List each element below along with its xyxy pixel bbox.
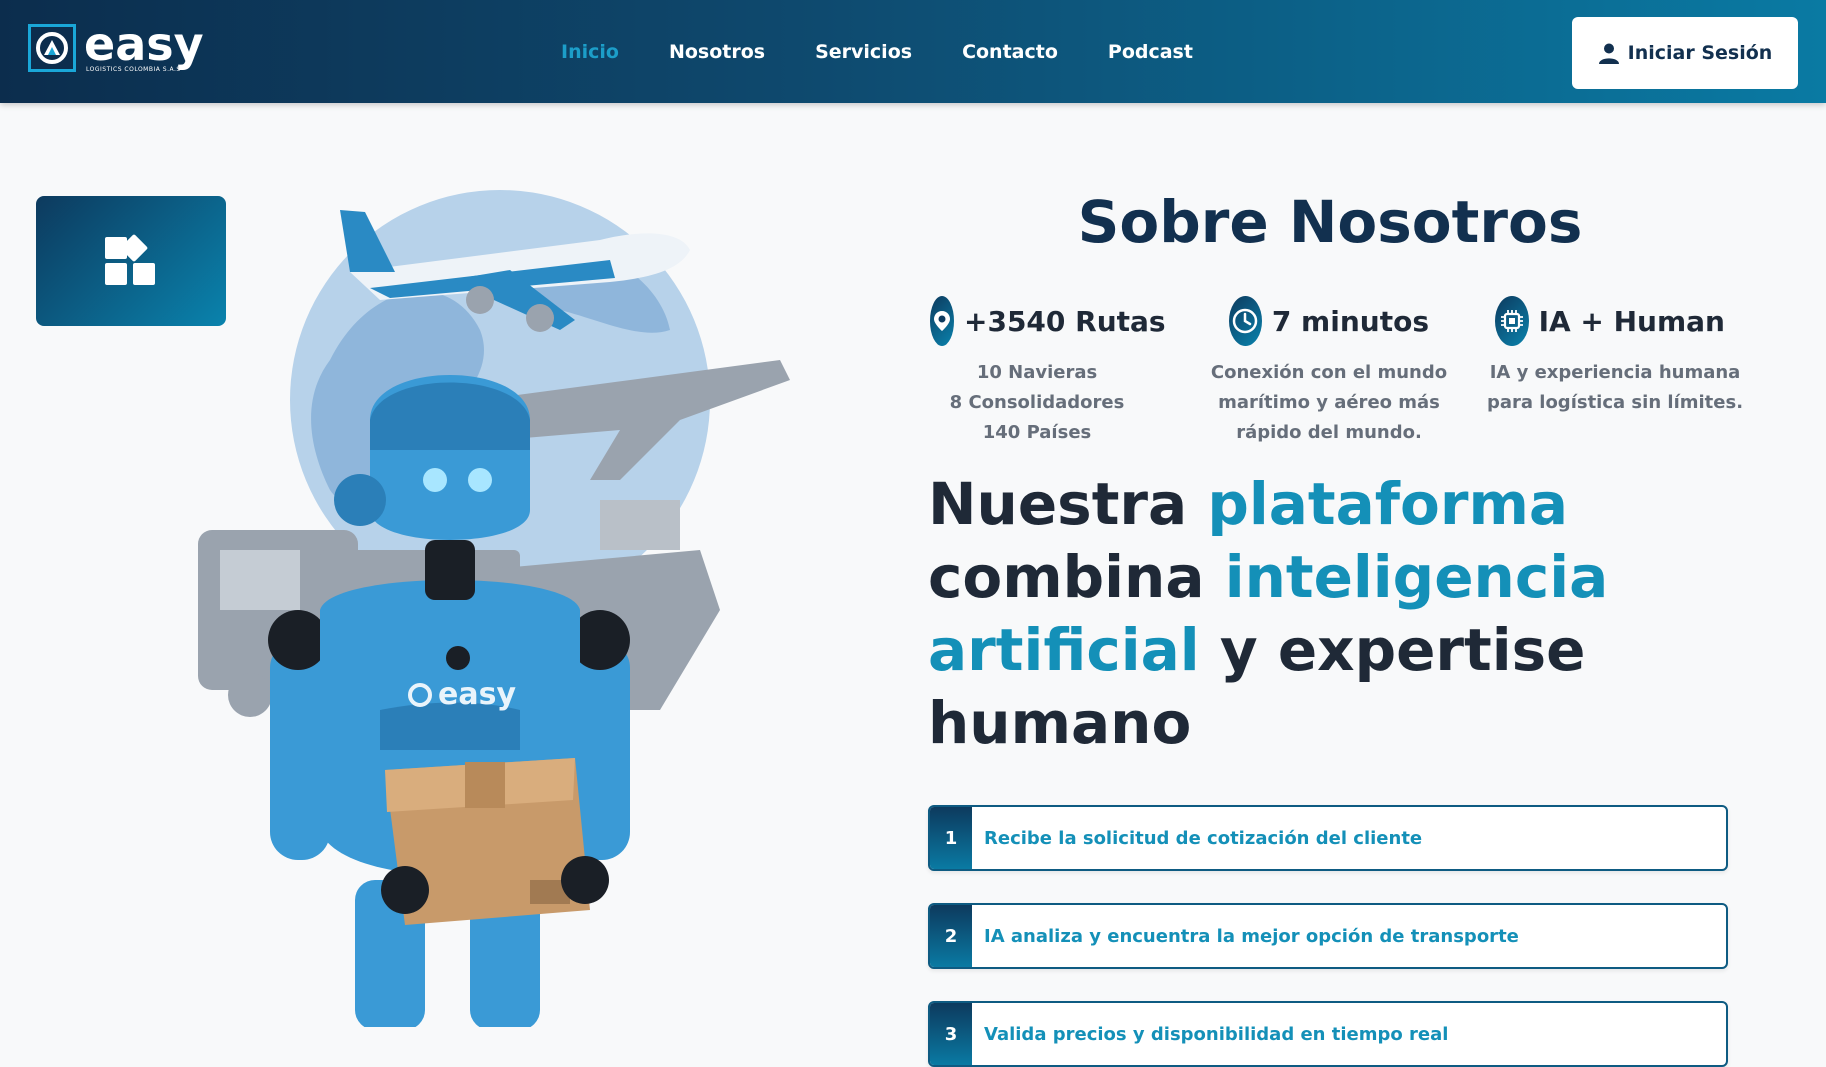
step-text: IA analiza y encuentra la mejor opción d… <box>984 925 1519 947</box>
process-step-1[interactable]: 1 Recibe la solicitud de cotización del … <box>928 805 1728 871</box>
headline-text: combina <box>928 543 1225 611</box>
nav-link-contacto[interactable]: Contacto <box>962 41 1058 63</box>
stat-routes-line: 10 Navieras <box>976 362 1098 383</box>
process-step-2[interactable]: 2 IA analiza y encuentra la mejor opción… <box>928 903 1728 969</box>
stat-ia-human: IA + Human IA y experiencia humana para … <box>1487 296 1743 418</box>
step-text: Valida precios y disponibilidad en tiemp… <box>984 1023 1449 1045</box>
location-pin-icon <box>930 296 954 346</box>
nav-link-inicio[interactable]: Inicio <box>561 41 619 63</box>
nav-link-nosotros[interactable]: Nosotros <box>669 41 765 63</box>
stat-routes: +3540 Rutas 10 Navieras 8 Consolidadores… <box>930 296 1166 448</box>
step-text: Recibe la solicitud de cotización del cl… <box>984 827 1423 849</box>
process-step-3[interactable]: 3 Valida precios y disponibilidad en tie… <box>928 1001 1728 1067</box>
chip-icon <box>1495 296 1529 346</box>
headline-text: Nuestra <box>928 470 1208 538</box>
stat-routes-line: 140 Países <box>982 422 1092 443</box>
stat-ia-human-description: IA y experiencia humana para logística s… <box>1475 358 1755 418</box>
stat-ia-human-line: IA y experiencia humana <box>1489 362 1741 383</box>
hero-illustration: easy <box>198 190 790 1027</box>
stat-routes-line: 8 Consolidadores <box>949 392 1125 413</box>
step-number: 3 <box>930 1003 972 1065</box>
about-title: Sobre Nosotros <box>1077 188 1583 256</box>
platform-headline: Nuestra plataforma combina inteligencia … <box>928 468 1788 760</box>
nav-link-servicios[interactable]: Servicios <box>815 41 912 63</box>
user-icon <box>1598 43 1619 64</box>
nav-link-podcast[interactable]: Podcast <box>1108 41 1193 63</box>
login-button[interactable]: Iniciar Sesión <box>1572 17 1798 89</box>
stat-minutes-line: rápido del mundo. <box>1236 422 1422 443</box>
navbar: easy LOGISTICS COLOMBIA S.A.S Inicio Nos… <box>0 0 1826 103</box>
main-nav: Inicio Nosotros Servicios Contacto Podca… <box>561 0 1243 103</box>
robot-brand-text: easy <box>438 677 516 712</box>
login-button-label: Iniciar Sesión <box>1627 42 1773 64</box>
step-number: 1 <box>930 807 972 869</box>
stat-routes-title: +3540 Rutas <box>964 304 1166 338</box>
stat-minutes-title: 7 minutos <box>1271 304 1429 338</box>
stat-minutes: 7 minutos Conexión con el mundo marítimo… <box>1211 296 1447 448</box>
stat-minutes-line: marítimo y aéreo más <box>1218 392 1440 413</box>
step-number: 2 <box>930 905 972 967</box>
headline-highlight: plataforma <box>1207 470 1569 538</box>
stat-ia-human-title: IA + Human <box>1538 304 1725 338</box>
logo-subtitle: LOGISTICS COLOMBIA S.A.S <box>86 66 181 73</box>
logo[interactable]: easy LOGISTICS COLOMBIA S.A.S <box>28 17 204 76</box>
logo-mark-icon <box>28 24 76 72</box>
stat-minutes-description: Conexión con el mundo marítimo y aéreo m… <box>1209 358 1449 448</box>
stat-minutes-line: Conexión con el mundo <box>1210 362 1448 383</box>
stat-ia-human-line: para logística sin límites. <box>1486 392 1744 413</box>
widgets-icon <box>105 234 155 285</box>
logo-wordmark: easy <box>84 17 204 71</box>
stat-routes-description: 10 Navieras 8 Consolidadores 140 Países <box>930 358 1144 448</box>
clock-icon <box>1229 296 1262 346</box>
